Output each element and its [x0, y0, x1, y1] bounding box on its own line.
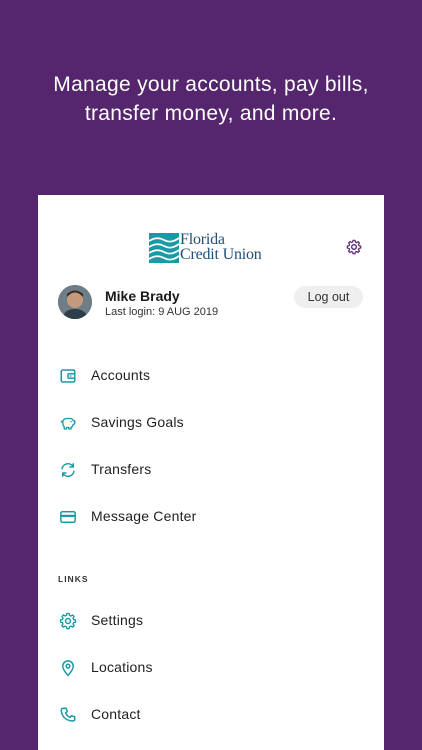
menu-item-message-center[interactable]: Message Center: [38, 496, 384, 536]
piggy-bank-icon: [60, 417, 76, 430]
phone-icon: [60, 707, 76, 722]
last-login-text: Last login: 9 AUG 2019: [105, 306, 219, 318]
menu-item-label: Accounts: [91, 367, 151, 383]
credit-card-icon: [60, 511, 76, 523]
headline-line-2: transfer money, and more.: [84, 102, 338, 125]
logo-text-line-1: Florida: [180, 231, 225, 248]
menu-item-label: Contact: [91, 706, 141, 722]
menu-item-label: Message Center: [91, 508, 197, 524]
logo-text-line-2: Credit Union: [180, 246, 262, 263]
refresh-icon: [61, 462, 75, 478]
menu-item-label: Settings: [91, 612, 144, 628]
user-avatar: [58, 285, 92, 319]
menu-item-label: Locations: [91, 659, 153, 675]
menu-item-label: Savings Goals: [91, 414, 184, 430]
menu-item-savings-goals[interactable]: Savings Goals: [38, 402, 384, 442]
menu-item-settings[interactable]: Settings: [38, 600, 384, 640]
menu-item-locations[interactable]: Locations: [38, 647, 384, 687]
user-name: Mike Brady: [105, 288, 180, 304]
gear-icon: [59, 612, 77, 630]
links-section-title: LINKS: [58, 574, 89, 584]
headline-line-1: Manage your accounts, pay bills,: [53, 73, 369, 96]
menu-item-label: Transfers: [91, 461, 152, 477]
logo-text: Florida Credit Union: [180, 231, 262, 263]
menu-item-accounts[interactable]: Accounts: [38, 355, 384, 395]
logo-wave-icon: [149, 233, 179, 263]
settings-gear-icon[interactable]: [346, 239, 362, 255]
menu-item-transfers[interactable]: Transfers: [38, 449, 384, 489]
marketing-headline: Manage your accounts, pay bills, transfe…: [0, 70, 422, 128]
avatar-photo: [58, 285, 92, 319]
menu-item-contact[interactable]: Contact: [38, 694, 384, 734]
florida-credit-union-logo: Florida Credit Union: [149, 231, 275, 263]
location-pin-icon: [62, 660, 74, 677]
navigation-drawer: Florida Credit Union Mike Brady Last log…: [38, 195, 384, 750]
log-out-button[interactable]: Log out: [294, 286, 363, 308]
wallet-icon: [60, 369, 76, 383]
